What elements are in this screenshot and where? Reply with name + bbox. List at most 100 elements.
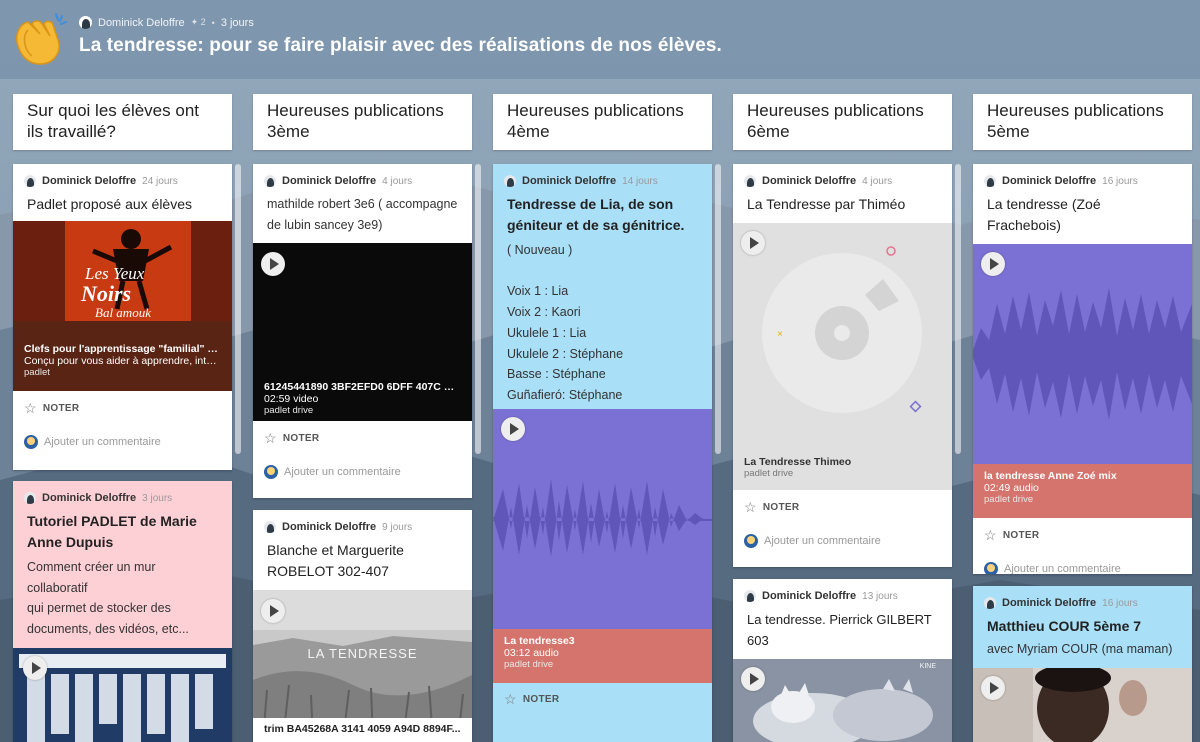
column-scrollbar[interactable] <box>715 164 721 454</box>
avatar-icon <box>24 492 36 504</box>
avatar-icon <box>744 175 756 187</box>
audio-duration: 03:12 audio <box>504 646 559 659</box>
play-icon[interactable] <box>741 667 765 691</box>
play-icon[interactable] <box>261 252 285 277</box>
column-title[interactable]: Heureuses publications 4ème <box>493 94 712 150</box>
body-line: Basse : Stéphane <box>507 367 606 382</box>
audio-source: padlet drive <box>504 658 554 670</box>
post-author[interactable]: Dominick Deloffre <box>522 175 616 187</box>
column-3eme: Heureuses publications 3ème Dominick Del… <box>253 94 481 742</box>
link-preview[interactable]: Les Yeux Noirs Bal amouk Clefs pour l'ap… <box>13 221 232 391</box>
video-preview[interactable]: LA TENDRESSE trim BA45268A 3141 4059 A94… <box>253 590 472 740</box>
post-card[interactable]: Dominick Deloffre 9 jours Blanche et Marg… <box>253 510 472 742</box>
play-icon[interactable] <box>261 599 285 623</box>
post-card[interactable]: Dominick Deloffre 4 jours La Tendresse pa… <box>733 164 952 567</box>
post-age: 9 jours <box>382 521 413 533</box>
post-age: 4 jours <box>382 175 413 187</box>
video-source: padlet drive <box>264 405 314 417</box>
avatar-icon <box>984 597 996 609</box>
post-author[interactable]: Dominick Deloffre <box>1002 597 1096 609</box>
post-author[interactable]: Dominick Deloffre <box>762 175 856 187</box>
rate-button[interactable]: ☆ NOTER <box>504 691 701 709</box>
post-author[interactable]: Dominick Deloffre <box>42 175 136 187</box>
body-line: avec Myriam COUR (ma maman) <box>987 642 1173 656</box>
play-icon[interactable] <box>23 655 47 680</box>
link-thumbnail: Les Yeux Noirs Bal amouk <box>13 221 232 321</box>
post-author[interactable]: Dominick Deloffre <box>1002 175 1096 187</box>
post-card[interactable]: Dominick Deloffre 24 jours Padlet proposé… <box>13 164 232 470</box>
post-author[interactable]: Dominick Deloffre <box>762 590 856 602</box>
body-line <box>507 261 698 282</box>
link-description: Conçu pour vous aider à apprendre, inter… <box>24 355 221 367</box>
avatar-icon <box>264 521 276 533</box>
author-avatar-icon[interactable] <box>79 16 92 29</box>
audio-preview[interactable]: × La Tendresse Thimeo padlet drive <box>733 223 952 490</box>
comment-avatar-icon <box>264 465 278 480</box>
add-comment-field[interactable]: Ajouter un commentaire <box>984 561 1181 574</box>
video-caption: trim BA45268A 3141 4059 A94D 8894F... <box>253 718 472 740</box>
rate-button[interactable]: ☆ NOTER <box>24 399 221 417</box>
video-caption: 61245441890 3BF2EFD0 6DFF 407C BA... 02:… <box>253 375 472 422</box>
header-age: 3 jours <box>220 16 254 29</box>
play-icon[interactable] <box>981 252 1005 276</box>
post-card[interactable]: Dominick Deloffre 16 jours Matthieu COUR … <box>973 586 1192 742</box>
avatar-icon <box>264 175 276 187</box>
wolves-thumbnail <box>733 659 952 742</box>
star-icon: ☆ <box>744 498 757 515</box>
post-card[interactable]: Dominick Deloffre 14 jours Tendresse de L… <box>493 164 712 742</box>
svg-text:Noirs: Noirs <box>80 281 131 306</box>
rate-button[interactable]: ☆ NOTER <box>984 526 1181 544</box>
video-preview[interactable]: KINE <box>733 659 952 742</box>
post-card[interactable]: Dominick Deloffre 4 jours mathilde robert… <box>253 164 472 498</box>
rate-label: NOTER <box>282 432 320 444</box>
body-line: Comment créer un mur collaboratif <box>27 560 156 595</box>
video-preview[interactable] <box>973 667 1192 742</box>
avatar-icon <box>984 175 996 187</box>
column-title[interactable]: Heureuses publications 6ème <box>733 94 952 150</box>
column-scrollbar[interactable] <box>475 164 481 454</box>
header-author[interactable]: Dominick Deloffre <box>98 17 185 29</box>
column-4eme: Heureuses publications 4ème Dominick Del… <box>493 94 721 742</box>
post-title: Tutoriel PADLET de Marie Anne Dupuis <box>27 513 197 550</box>
add-comment-field[interactable]: Ajouter un commentaire <box>744 533 941 549</box>
post-title: La tendresse. Pierrick GILBERT 603 <box>747 612 932 648</box>
audio-preview[interactable]: la tendresse Anne Zoé mix 02:49 audio pa… <box>973 244 1192 518</box>
play-icon[interactable] <box>981 675 1005 700</box>
play-icon[interactable] <box>741 231 765 255</box>
add-comment-field[interactable]: Ajouter un commentaire <box>24 434 221 450</box>
post-body: avec Myriam COUR (ma maman) <box>973 637 1192 660</box>
link-caption: Clefs pour l'apprentissage "familial" et… <box>13 321 232 391</box>
comment-avatar-icon <box>24 435 38 449</box>
body-line: Ukulele 1 : Lia <box>507 325 587 340</box>
post-card[interactable]: Dominick Deloffre 3 jours Tutoriel PADLET… <box>13 481 232 742</box>
post-title: La tendresse (Zoé Frachebois) <box>987 196 1101 233</box>
post-age: 3 jours <box>142 492 173 504</box>
audio-filename: La tendresse3 <box>504 634 575 647</box>
column-scrollbar[interactable] <box>235 164 241 454</box>
video-preview[interactable] <box>13 647 232 742</box>
post-author[interactable]: Dominick Deloffre <box>282 175 376 187</box>
post-card[interactable]: Dominick Deloffre 16 jours La tendresse (… <box>973 164 1192 574</box>
rate-button[interactable]: ☆ NOTER <box>744 498 941 516</box>
post-card[interactable]: Dominick Deloffre 13 jours La tendresse. … <box>733 579 952 742</box>
add-comment-field[interactable]: Ajouter un commentaire <box>264 464 461 480</box>
column-title[interactable]: Sur quoi les élèves ont ils travaillé? <box>13 94 232 150</box>
post-author[interactable]: Dominick Deloffre <box>42 492 136 504</box>
audio-caption: La tendresse3 03:12 audio padlet drive <box>493 628 712 683</box>
column-title[interactable]: Heureuses publications 3ème <box>253 94 472 150</box>
post-author[interactable]: Dominick Deloffre <box>282 521 376 533</box>
column-title[interactable]: Heureuses publications 5ème <box>973 94 1192 150</box>
disc-illustration: × <box>733 223 952 443</box>
play-icon[interactable] <box>501 416 525 441</box>
audio-waveform <box>493 408 712 629</box>
video-overlay-text: LA TENDRESSE <box>307 646 418 661</box>
post-age: 14 jours <box>622 175 658 187</box>
rate-button[interactable]: ☆ NOTER <box>264 429 461 447</box>
avatar-icon <box>504 175 516 187</box>
audio-preview[interactable]: La tendresse3 03:12 audio padlet drive <box>493 408 712 683</box>
header-likes[interactable]: ✦ 2 <box>191 17 206 28</box>
post-title: Padlet proposé aux élèves <box>27 196 192 212</box>
video-preview[interactable]: 61245441890 3BF2EFD0 6DFF 407C BA... 02:… <box>253 243 472 422</box>
body-line: mathilde robert 3e6 ( accompagne <box>267 197 458 211</box>
column-scrollbar[interactable] <box>955 164 961 454</box>
